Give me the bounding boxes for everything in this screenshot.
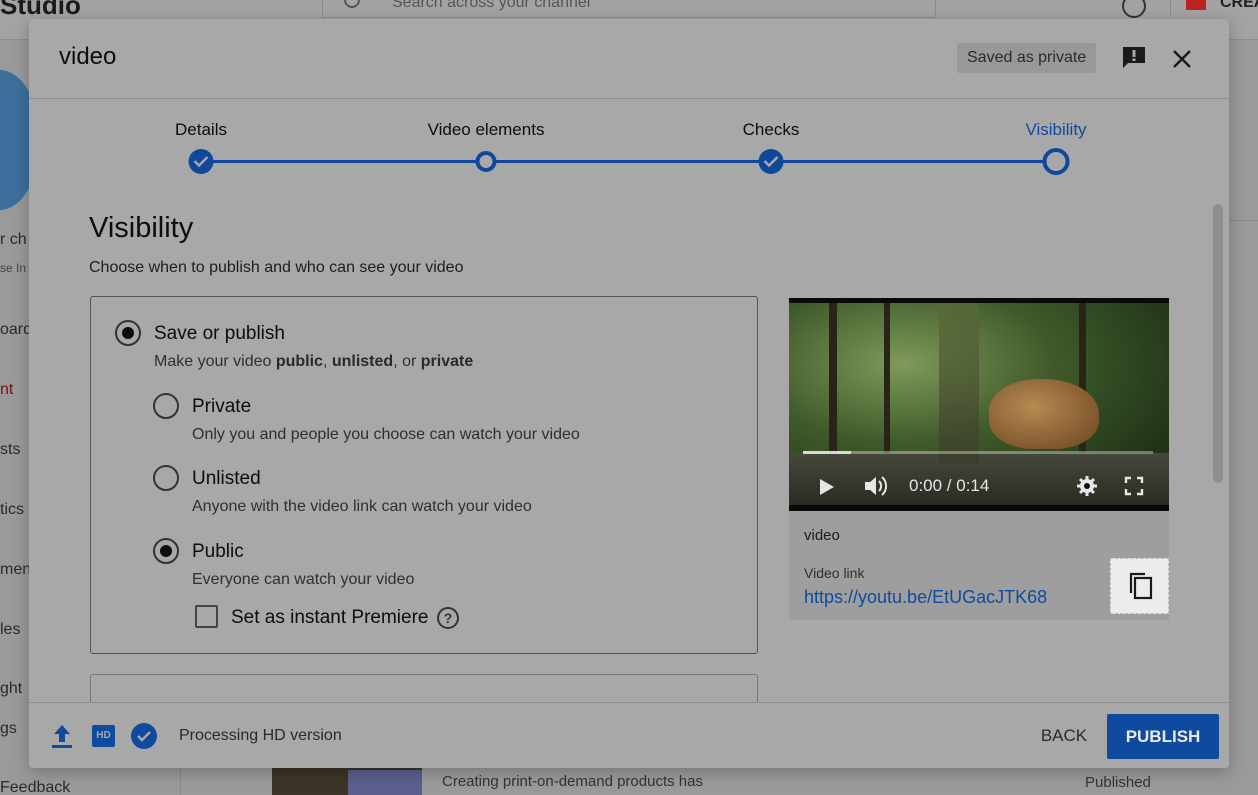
sidebar-channel-name: r ch [0, 231, 27, 248]
processing-status: Processing HD version [179, 727, 342, 744]
fullscreen-icon[interactable] [1124, 476, 1144, 501]
video-row-status: Published [1085, 774, 1151, 791]
table-divider [1228, 220, 1258, 221]
sidebar-item-content[interactable]: nt [0, 381, 13, 399]
video-time: 0:00 / 0:14 [909, 476, 990, 495]
sidebar-item-analytics[interactable]: tics [0, 501, 24, 519]
visibility-subtitle: Choose when to publish and who can see y… [89, 259, 464, 276]
video-progress-buffer [803, 451, 851, 454]
tree-trunk [884, 303, 890, 463]
play-icon[interactable] [819, 478, 835, 501]
video-thumbnail-overlay [348, 770, 422, 795]
settings-gear-icon[interactable] [1076, 475, 1098, 502]
channel-search-placeholder: Search across your channel [392, 0, 591, 11]
video-link[interactable]: https://youtu.be/EtUGacJTK68 [804, 587, 1047, 608]
video-player[interactable]: 0:00 / 0:14 [789, 298, 1169, 511]
step-checks-label[interactable]: Checks [743, 120, 800, 140]
publish-button[interactable]: PUBLISH [1107, 714, 1219, 759]
dialog-scrollbar[interactable] [1213, 204, 1223, 483]
help-circle-icon[interactable]: ? [437, 607, 459, 629]
step-visibility-label[interactable]: Visibility [1025, 120, 1086, 140]
unlisted-label[interactable]: Unlisted [192, 468, 261, 490]
visibility-heading: Visibility [89, 212, 194, 244]
save-or-publish-panel: Save or publish Make your video public, … [90, 296, 758, 654]
studio-logo: Studio [0, 0, 81, 20]
upload-icon [51, 723, 73, 754]
preview-video-name: video [804, 527, 840, 544]
copy-icon [1129, 572, 1153, 600]
report-feedback-icon[interactable] [1121, 46, 1147, 70]
unlisted-description: Anyone with the video link can watch you… [192, 498, 532, 515]
saved-status-badge: Saved as private [957, 43, 1097, 73]
hd-icon: HD [92, 725, 115, 747]
copy-link-button[interactable] [1110, 558, 1169, 614]
video-preview-card: 0:00 / 0:14 video Video link https://you… [789, 298, 1169, 620]
person-legs [939, 303, 979, 463]
create-label: CREATE [1220, 0, 1258, 11]
create-video-icon [1186, 0, 1206, 10]
close-icon[interactable] [1170, 47, 1194, 71]
video-link-label: Video link [804, 565, 865, 581]
upload-stepper: Details Video elements Checks Visibility [29, 100, 1229, 200]
video-frame [789, 303, 1169, 505]
sidebar-item-feedback[interactable]: Feedback [0, 779, 70, 795]
sidebar-item-subtitles[interactable]: les [0, 621, 20, 639]
sidebar-divider [180, 768, 181, 795]
dialog-footer: HD Processing HD version BACK PUBLISH [29, 702, 1229, 768]
step-checks-check-icon[interactable] [758, 149, 784, 174]
unlisted-radio[interactable] [153, 465, 179, 491]
stepper-progress-line [201, 160, 1056, 163]
dialog-header: video Saved as private [29, 19, 1229, 99]
sidebar-item-dashboard[interactable]: oard [0, 321, 32, 339]
upload-dialog: video Saved as private Details Video ele… [29, 19, 1229, 768]
video-row-description: Creating print-on-demand products has [442, 773, 703, 790]
save-or-publish-description: Make your video public, unlisted, or pri… [154, 353, 474, 370]
private-description: Only you and people you choose can watch… [192, 426, 580, 443]
step-video-elements-dot[interactable] [475, 151, 497, 172]
step-video-elements-label[interactable]: Video elements [428, 120, 545, 140]
video-progress-track[interactable] [803, 451, 1153, 454]
private-label[interactable]: Private [192, 396, 251, 418]
sidebar-item-copyright[interactable]: ght [0, 680, 22, 698]
dialog-title: video [59, 43, 117, 70]
step-details-check-icon[interactable] [188, 149, 214, 174]
public-label[interactable]: Public [192, 541, 244, 563]
dog [989, 379, 1099, 449]
sidebar-item-playlists[interactable]: sts [0, 441, 20, 459]
sidebar-channel-sub: se In [0, 261, 27, 275]
public-description: Everyone can watch your video [192, 571, 415, 588]
back-button[interactable]: BACK [1029, 717, 1099, 755]
private-radio[interactable] [153, 393, 179, 419]
instant-premiere-label[interactable]: Set as instant Premiere [231, 607, 428, 629]
checks-complete-icon [131, 723, 157, 749]
step-visibility-dot[interactable] [1042, 148, 1070, 175]
save-or-publish-label: Save or publish [154, 323, 285, 344]
instant-premiere-checkbox[interactable] [195, 605, 218, 628]
sidebar-item-settings[interactable]: gs [0, 720, 17, 738]
public-radio[interactable] [153, 538, 179, 564]
save-or-publish-radio[interactable] [115, 320, 141, 346]
tree-trunk [829, 303, 837, 473]
step-details-label[interactable]: Details [175, 120, 227, 140]
volume-icon[interactable] [864, 475, 890, 502]
